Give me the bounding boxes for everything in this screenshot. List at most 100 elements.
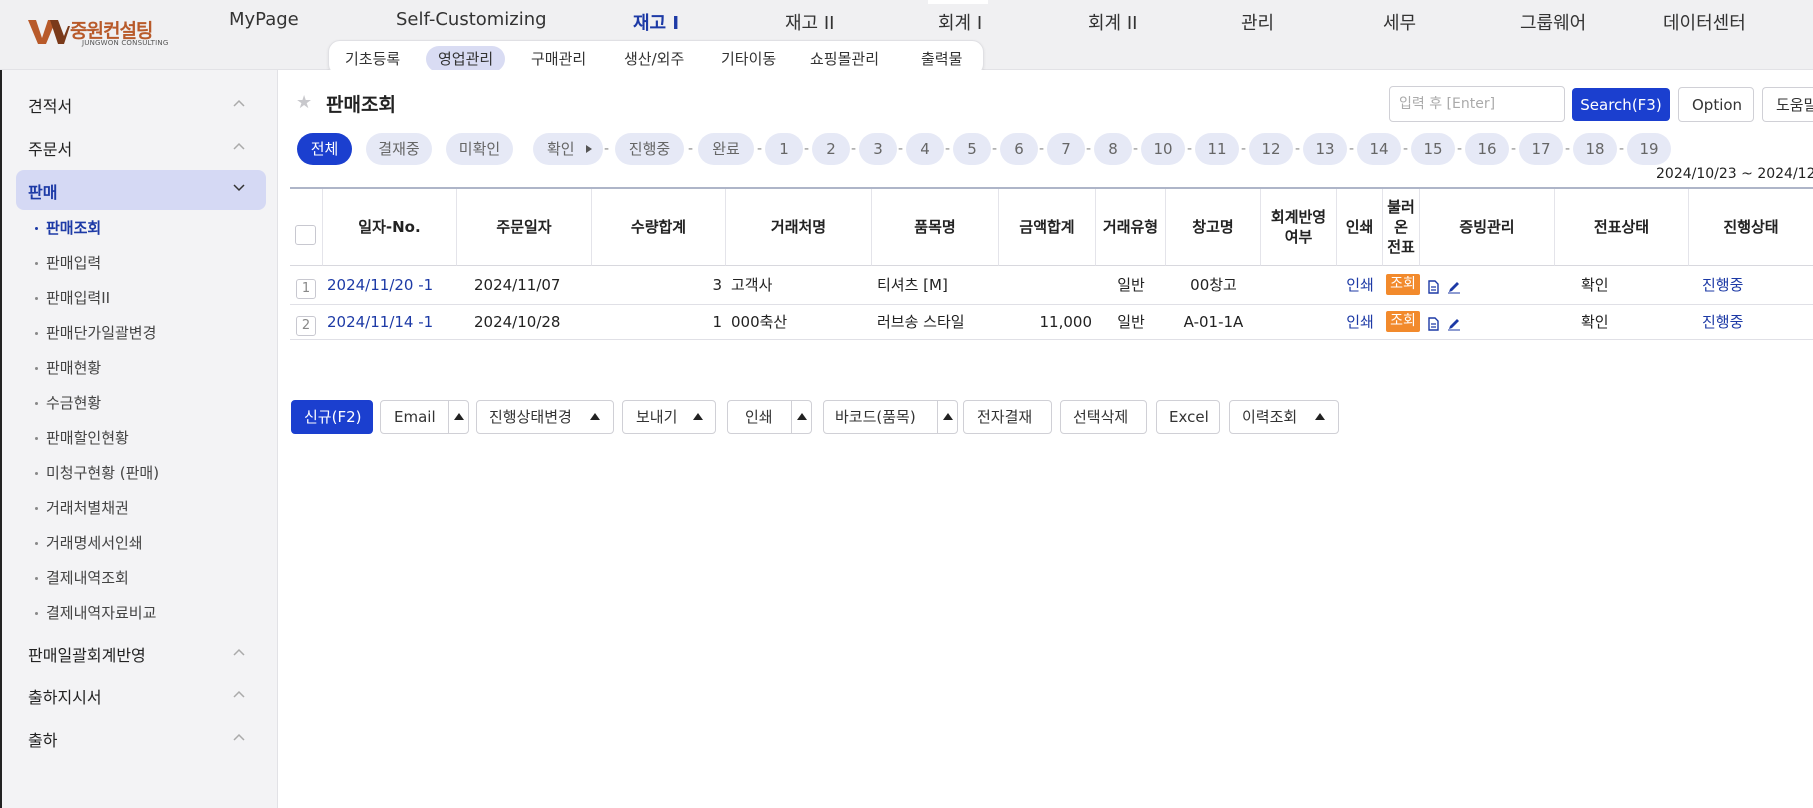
pencil-icon[interactable]: [1447, 280, 1461, 294]
col-amount-total[interactable]: 금액합계: [999, 189, 1096, 266]
delete-selected-button[interactable]: 선택삭제: [1060, 400, 1147, 434]
filter-14[interactable]: 14: [1357, 133, 1401, 165]
chevron-up-icon[interactable]: [232, 732, 246, 742]
nav-mypage[interactable]: MyPage: [229, 9, 299, 30]
col-qty-total[interactable]: 수량합계: [592, 189, 726, 266]
col-trade-type[interactable]: 거래유형: [1096, 189, 1166, 266]
col-loaded-slip[interactable]: 불러온 전표: [1383, 189, 1420, 266]
filter-12[interactable]: 12: [1249, 133, 1293, 165]
sidebar-category-bulk-accounting[interactable]: 판매일괄회계반영: [28, 642, 146, 666]
filter-18[interactable]: 18: [1573, 133, 1617, 165]
filter-17[interactable]: 17: [1519, 133, 1563, 165]
nav-inventory-2[interactable]: 재고 II: [785, 9, 834, 35]
company-logo[interactable]: 중원컨설팅 JUNGWON CONSULTING: [26, 14, 168, 50]
filter-15[interactable]: 15: [1411, 133, 1455, 165]
sidebar-category-order[interactable]: 주문서: [28, 136, 72, 160]
sidebar-item-collection-status[interactable]: 수금현황: [46, 392, 101, 413]
cell-progress[interactable]: 진행중: [1702, 305, 1743, 339]
nav-datacenter[interactable]: 데이터센터: [1663, 9, 1746, 35]
filter-10[interactable]: 10: [1141, 133, 1185, 165]
filter-8[interactable]: 8: [1094, 133, 1132, 165]
filter-in-progress[interactable]: 진행중: [615, 133, 684, 165]
filter-in-approval[interactable]: 결재중: [366, 133, 432, 165]
caret-up-icon[interactable]: [791, 401, 811, 433]
nav-accounting-1[interactable]: 회계 I: [938, 9, 982, 35]
col-warehouse[interactable]: 창고명: [1166, 189, 1261, 266]
sidebar-item-sales-inquiry[interactable]: 판매조회: [46, 217, 101, 238]
sidebar-item-receivables-by-customer[interactable]: 거래처별채권: [46, 497, 129, 518]
cell-progress[interactable]: 진행중: [1702, 268, 1743, 302]
filter-4[interactable]: 4: [906, 133, 944, 165]
col-slip-status[interactable]: 전표상태: [1555, 189, 1689, 266]
nav-groupware[interactable]: 그룹웨어: [1520, 9, 1586, 35]
search-button[interactable]: Search(F3): [1572, 88, 1670, 121]
sidebar-category-shipping-order[interactable]: 출하지시서: [28, 684, 102, 708]
chevron-up-icon[interactable]: [232, 141, 246, 151]
nav-tax[interactable]: 세무: [1383, 9, 1416, 35]
subnav-sales-management[interactable]: 영업관리: [426, 46, 506, 72]
cell-date-no[interactable]: 2024/11/14 -1: [327, 305, 433, 339]
nav-inventory-1[interactable]: 재고 I: [633, 9, 679, 35]
sidebar-item-price-bulk-change[interactable]: 판매단가일괄변경: [46, 322, 156, 343]
filter-all[interactable]: 전체: [297, 133, 352, 165]
chevron-down-icon[interactable]: [232, 183, 246, 193]
history-button[interactable]: 이력조회: [1229, 400, 1339, 434]
sidebar-category-quotation[interactable]: 견적서: [28, 93, 72, 117]
col-accounting[interactable]: 회계반영여부: [1261, 189, 1337, 266]
email-button[interactable]: Email: [380, 400, 469, 434]
sidebar-category-shipping[interactable]: 출하: [28, 727, 57, 751]
select-all-checkbox[interactable]: [295, 225, 316, 245]
filter-16[interactable]: 16: [1465, 133, 1509, 165]
col-print[interactable]: 인쇄: [1337, 189, 1383, 266]
col-customer[interactable]: 거래처명: [726, 189, 872, 266]
nav-self-customizing[interactable]: Self-Customizing: [396, 9, 547, 30]
sidebar-item-unbilled-status[interactable]: 미청구현황 (판매): [46, 462, 159, 483]
sidebar-item-sales-input[interactable]: 판매입력: [46, 252, 101, 273]
pencil-icon[interactable]: [1447, 317, 1461, 331]
loaded-slip-badge[interactable]: 조회: [1386, 274, 1420, 295]
caret-up-icon[interactable]: [448, 401, 468, 433]
cell-date-no[interactable]: 2024/11/20 -1: [327, 268, 433, 302]
excel-button[interactable]: Excel: [1156, 400, 1220, 434]
col-evidence[interactable]: 증빙관리: [1420, 189, 1555, 266]
col-item[interactable]: 품목명: [872, 189, 999, 266]
new-button[interactable]: 신규(F2): [291, 400, 373, 434]
sidebar-item-sales-status[interactable]: 판매현황: [46, 357, 101, 378]
barcode-button[interactable]: 바코드(품목): [823, 400, 958, 434]
chevron-up-icon[interactable]: [232, 689, 246, 699]
print-button[interactable]: 인쇄: [727, 400, 812, 434]
send-button[interactable]: 보내기: [622, 400, 716, 434]
help-button[interactable]: 도움말: [1762, 87, 1813, 122]
search-input[interactable]: [1389, 86, 1565, 122]
subnav-printouts[interactable]: 출력물: [909, 46, 974, 72]
filter-7[interactable]: 7: [1047, 133, 1085, 165]
chevron-up-icon[interactable]: [232, 647, 246, 657]
col-progress[interactable]: 진행상태: [1689, 189, 1813, 266]
col-date-no[interactable]: 일자-No.: [323, 189, 457, 266]
sidebar-item-discount-status[interactable]: 판매할인현황: [46, 427, 129, 448]
nav-accounting-2[interactable]: 회계 II: [1088, 9, 1137, 35]
document-icon[interactable]: [1426, 280, 1440, 294]
caret-up-icon[interactable]: [937, 401, 957, 433]
star-icon[interactable]: ★: [296, 92, 312, 113]
subnav-purchase-management[interactable]: 구매관리: [519, 46, 598, 72]
document-icon[interactable]: [1426, 317, 1440, 331]
print-link[interactable]: 인쇄: [1337, 268, 1383, 302]
chevron-up-icon[interactable]: [232, 98, 246, 108]
filter-3[interactable]: 3: [859, 133, 897, 165]
filter-13[interactable]: 13: [1303, 133, 1347, 165]
sidebar-item-payment-compare[interactable]: 결제내역자료비교: [46, 602, 156, 623]
subnav-basic-registration[interactable]: 기초등록: [333, 46, 412, 72]
filter-unconfirmed[interactable]: 미확인: [446, 133, 513, 165]
subnav-production[interactable]: 생산/외주: [612, 46, 696, 72]
col-order-date[interactable]: 주문일자: [457, 189, 592, 266]
filter-2[interactable]: 2: [812, 133, 850, 165]
subnav-shopping-mall[interactable]: 쇼핑몰관리: [798, 46, 891, 72]
filter-confirmed[interactable]: 확인: [533, 133, 603, 165]
sidebar-item-sales-input-2[interactable]: 판매입력II: [46, 287, 110, 308]
change-progress-button[interactable]: 진행상태변경: [476, 400, 614, 434]
row-number[interactable]: 2: [296, 316, 316, 336]
sidebar-category-sales[interactable]: 판매: [28, 179, 57, 203]
filter-19[interactable]: 19: [1627, 133, 1671, 165]
filter-5[interactable]: 5: [953, 133, 991, 165]
